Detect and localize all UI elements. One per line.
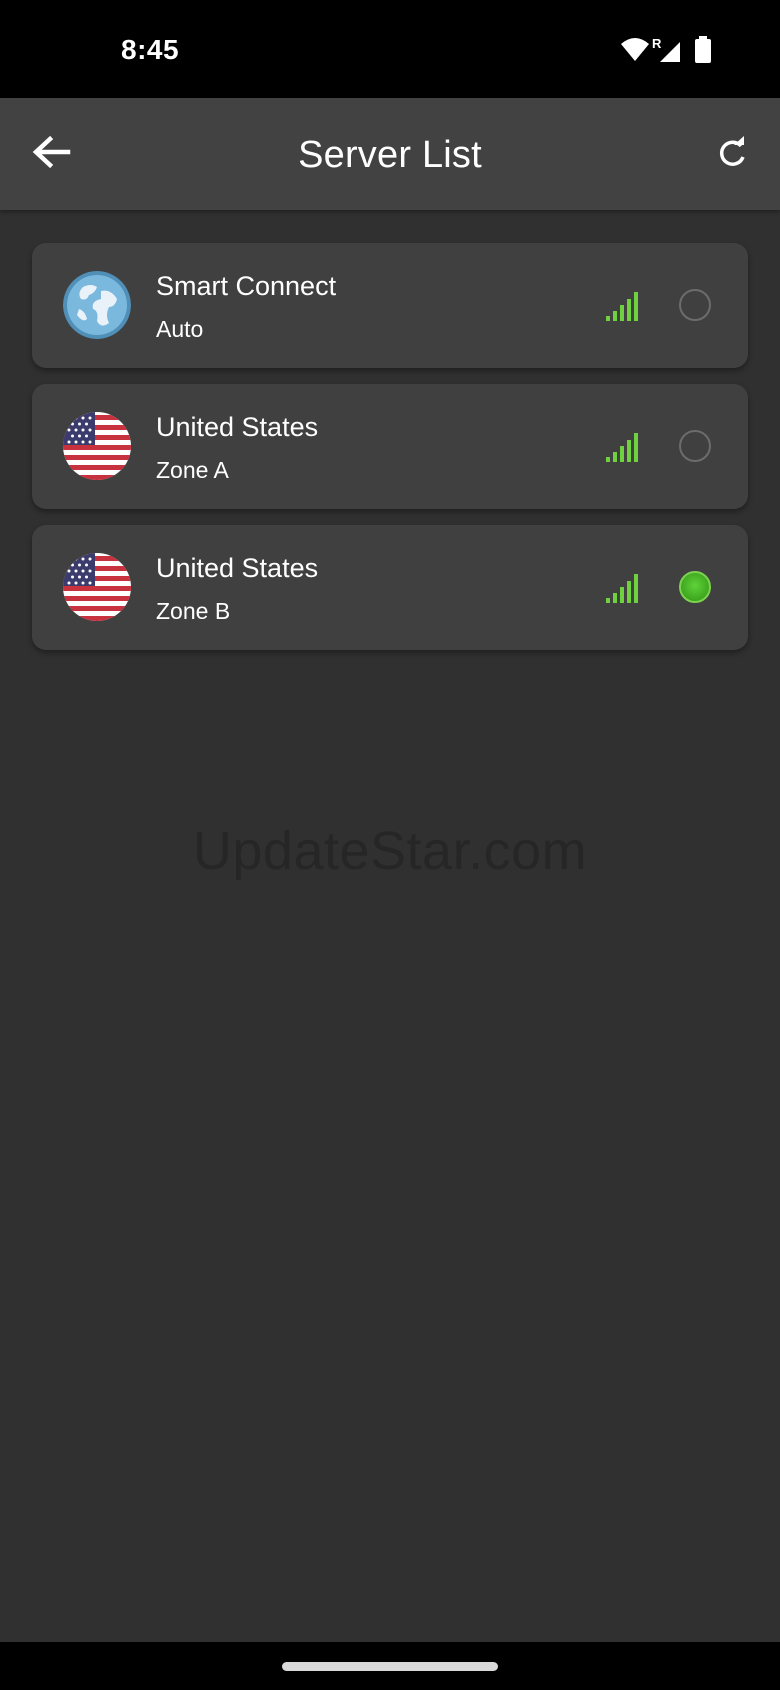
server-name: United States [156,412,319,442]
server-name: Smart Connect [156,271,337,301]
signal-strength-icon [606,574,638,603]
us-flag-icon [63,553,131,621]
server-zone: Auto [156,316,204,342]
status-bar: 8:45 R [0,0,780,98]
server-name: United States [156,553,319,583]
signal-strength-icon [606,433,638,462]
server-radio[interactable] [679,289,711,321]
status-time: 8:45 [121,34,180,65]
app-bar: Server List [0,98,780,210]
refresh-button[interactable] [710,132,754,176]
watermark: UpdateStar.com [192,821,588,881]
navigation-bar [0,1642,780,1690]
wifi-icon [621,38,649,61]
home-indicator[interactable] [282,1662,498,1671]
battery-icon [695,36,711,63]
signal-strength-icon [606,292,638,321]
server-zone: Zone A [156,457,229,483]
refresh-icon [719,136,745,166]
server-radio[interactable] [679,430,711,462]
page-title: Server List [298,134,482,176]
server-list: Smart Connect Auto United States Zone A … [32,243,748,666]
globe-icon [63,271,131,339]
roaming-indicator: R [652,36,662,51]
us-flag-icon [63,412,131,480]
server-radio-selected[interactable] [679,571,711,603]
server-item-smart-connect[interactable]: Smart Connect Auto [32,243,748,368]
server-item-us-zone-a[interactable]: United States Zone A [32,384,748,509]
cell-signal-icon: R [652,36,680,62]
server-item-us-zone-b[interactable]: United States Zone B [32,525,748,650]
server-zone: Zone B [156,598,231,624]
